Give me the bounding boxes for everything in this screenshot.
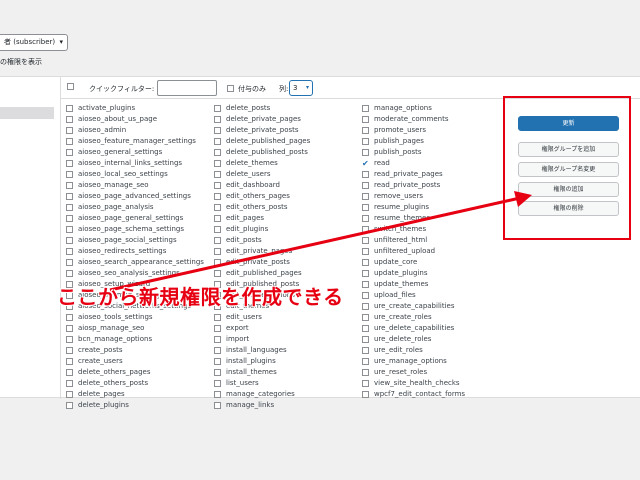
arrow-shaft (109, 196, 521, 292)
annotation-arrow (109, 191, 532, 292)
annotation-callout: ここから新規権限を作成できる (57, 285, 344, 309)
arrow-head (514, 191, 532, 207)
